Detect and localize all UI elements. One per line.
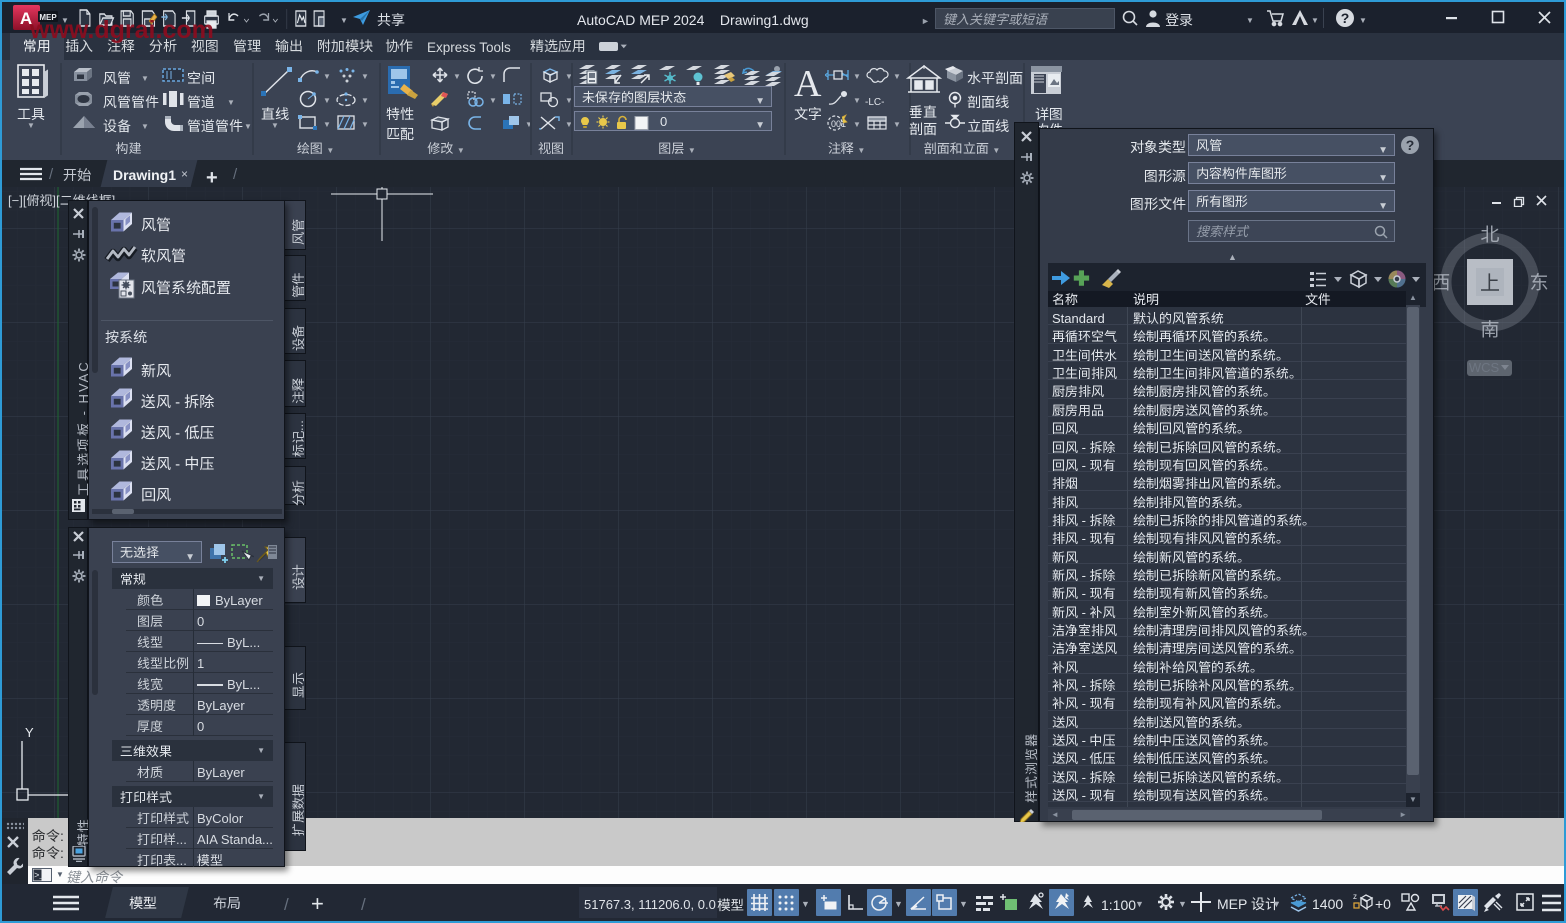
svg-text:>_: >_: [34, 871, 45, 881]
svg-text:南: 南: [1480, 315, 1499, 342]
svg-text:WCS: WCS: [1469, 360, 1500, 375]
svg-text:z: z: [1353, 892, 1357, 901]
svg-text:西: 西: [1431, 268, 1450, 295]
svg-text:东: 东: [1529, 268, 1548, 295]
svg-text:?: ?: [1341, 10, 1350, 26]
svg-text:?: ?: [1406, 137, 1415, 153]
svg-text:上: 上: [1480, 267, 1500, 296]
svg-text:北: 北: [1480, 220, 1499, 247]
svg-text:Y: Y: [25, 725, 34, 740]
